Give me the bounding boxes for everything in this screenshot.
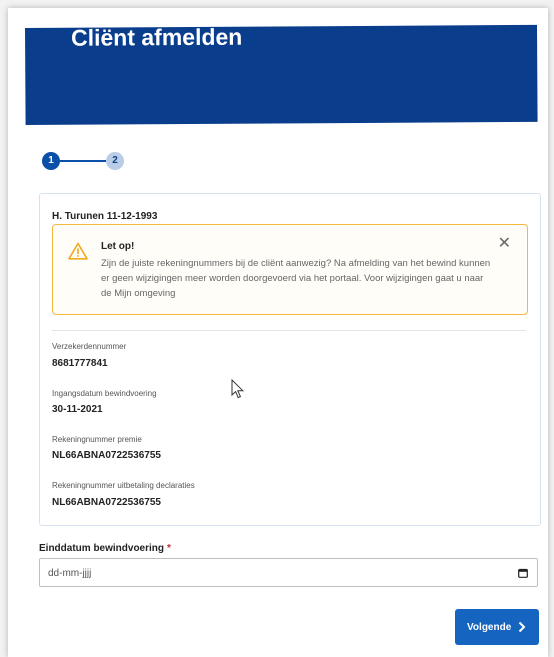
field-label-ingangsdatum: Ingangsdatum bewindvoering <box>52 389 157 398</box>
close-icon[interactable]: ✕ <box>498 236 511 252</box>
page-header: Cliënt afmelden <box>25 23 538 125</box>
stepper-line <box>60 160 106 162</box>
field-label-rekening-premie: Rekeningnummer premie <box>52 435 142 444</box>
alert-title: Let op! <box>101 241 135 252</box>
end-date-placeholder: dd-mm-jjjj <box>48 568 92 579</box>
end-date-label-text: Einddatum bewindvoering <box>39 543 165 554</box>
field-label-verzekerdennummer: Verzekerdennummer <box>52 342 127 351</box>
field-label-rekening-declaraties: Rekeningnummer uitbetaling declaraties <box>52 481 195 490</box>
required-marker: * <box>167 543 171 554</box>
page-title: Cliënt afmelden <box>70 23 243 51</box>
field-value-rekening-declaraties: NL66ABNA0722536755 <box>52 497 161 508</box>
chevron-right-icon <box>518 621 526 633</box>
next-button[interactable]: Volgende <box>455 609 539 645</box>
mouse-cursor-icon <box>231 379 245 399</box>
client-name: H. Turunen 11-12-1993 <box>52 211 158 222</box>
step-2[interactable]: 2 <box>106 152 124 170</box>
warning-icon <box>68 242 88 260</box>
alert-message: Zijn de juiste rekeningnummers bij de cl… <box>101 258 491 299</box>
divider <box>52 330 526 331</box>
warning-alert: Let op! Zijn de juiste rekeningnummers b… <box>52 224 528 315</box>
calendar-icon[interactable] <box>518 568 528 578</box>
field-value-ingangsdatum: 30-11-2021 <box>52 404 103 415</box>
end-date-input[interactable]: dd-mm-jjjj <box>39 558 538 587</box>
step-1[interactable]: 1 <box>42 152 60 170</box>
field-value-rekening-premie: NL66ABNA0722536755 <box>52 450 161 461</box>
client-card: H. Turunen 11-12-1993 Let op! Zijn de ju… <box>39 193 541 526</box>
end-date-label: Einddatum bewindvoering * <box>39 543 171 554</box>
stepper: 1 2 <box>42 152 132 170</box>
next-button-label: Volgende <box>467 622 512 633</box>
field-value-verzekerdennummer: 8681777841 <box>52 358 108 369</box>
